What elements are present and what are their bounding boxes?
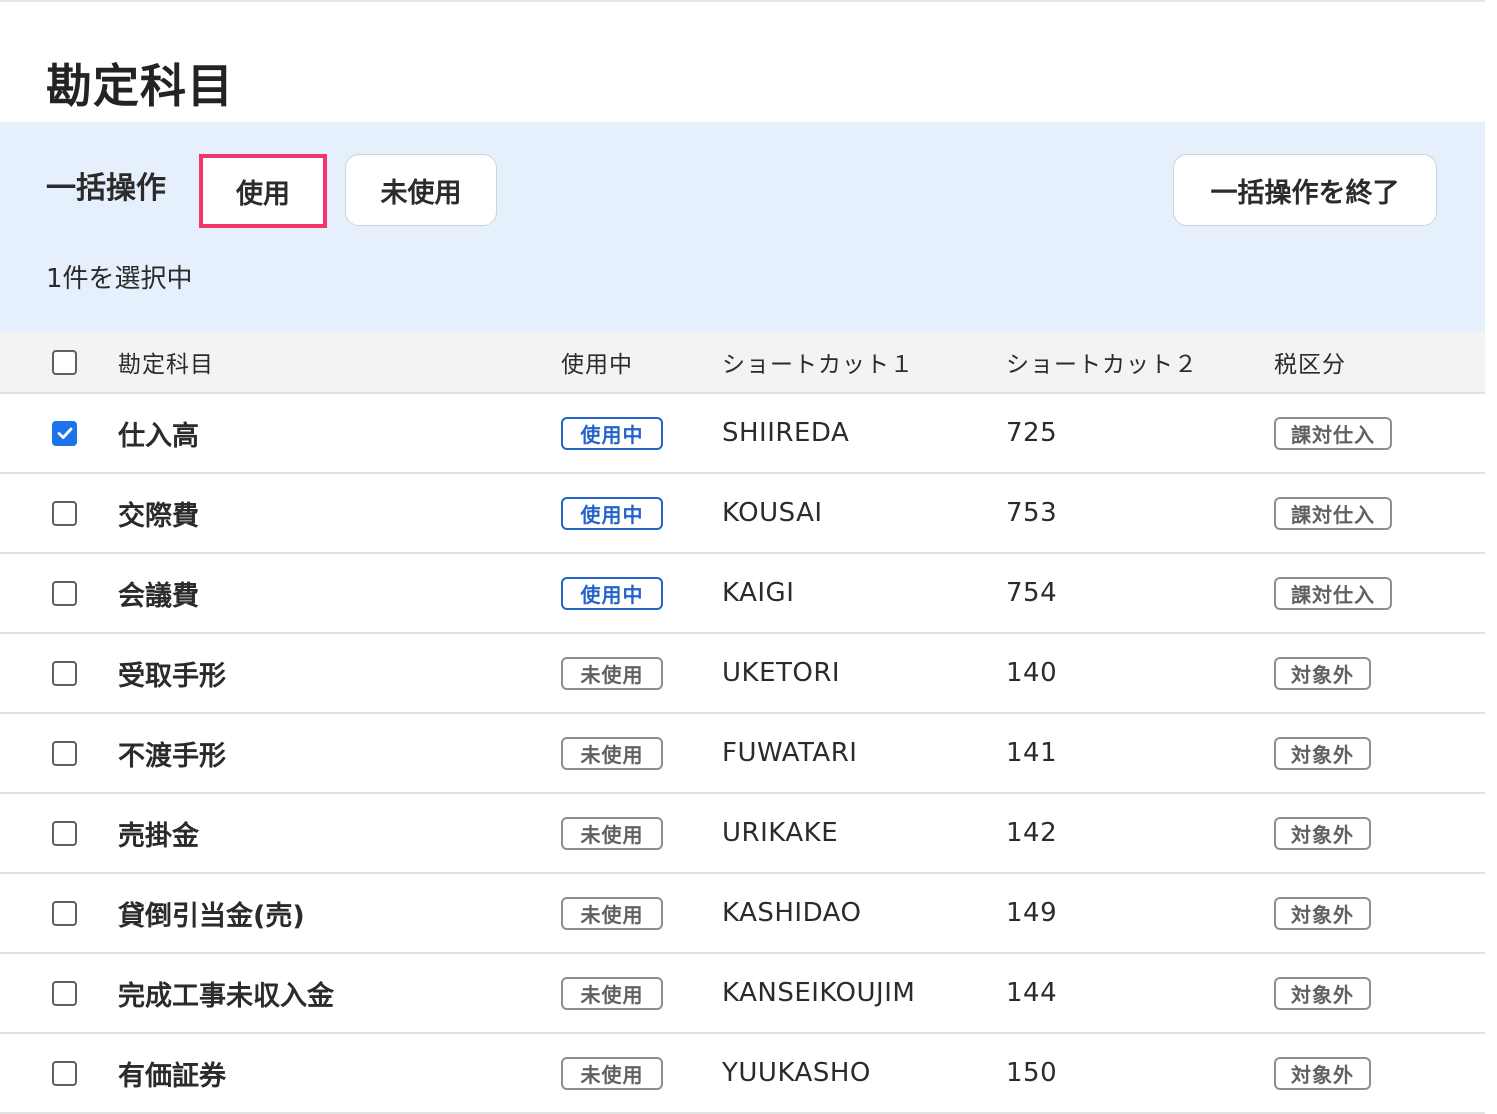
header-account-name[interactable]: 勘定科目 — [118, 345, 214, 379]
table-row[interactable]: 有価証券 未使用 YUUKASHO 150 対象外 — [0, 1034, 1485, 1114]
tax-category-badge: 対象外 — [1274, 896, 1371, 930]
status-badge: 未使用 — [561, 1056, 663, 1090]
tax-category-badge: 対象外 — [1274, 816, 1371, 850]
row-checkbox[interactable] — [52, 740, 77, 766]
bulk-use-button[interactable]: 使用 — [199, 154, 327, 228]
shortcut1-value: KOUSAI — [722, 498, 823, 528]
tax-category-badge: 対象外 — [1274, 1056, 1371, 1090]
status-badge: 未使用 — [561, 976, 663, 1010]
shortcut2-value: 754 — [1006, 578, 1058, 608]
header-shortcut1[interactable]: ショートカット１ — [722, 345, 914, 379]
shortcut1-value: FUWATARI — [722, 738, 858, 768]
header-in-use[interactable]: 使用中 — [561, 345, 633, 379]
shortcut2-value: 140 — [1006, 658, 1058, 688]
check-icon — [57, 427, 72, 439]
bulk-operation-panel: 一括操作 使用 未使用 一括操作を終了 1件を選択中 — [0, 122, 1485, 332]
shortcut2-value: 144 — [1006, 978, 1058, 1008]
table-row[interactable]: 受取手形 未使用 UKETORI 140 対象外 — [0, 634, 1485, 714]
account-name[interactable]: 不渡手形 — [118, 734, 226, 773]
table-row[interactable]: 仕入高 使用中 SHIIREDA 725 課対仕入 — [0, 394, 1485, 474]
shortcut2-value: 141 — [1006, 738, 1058, 768]
table-row[interactable]: 貸倒引当金(売) 未使用 KASHIDAO 149 対象外 — [0, 874, 1485, 954]
row-checkbox[interactable] — [52, 420, 77, 446]
shortcut1-value: KANSEIKOUJIM — [722, 978, 916, 1008]
account-name[interactable]: 交際費 — [118, 494, 199, 533]
shortcut1-value: KASHIDAO — [722, 898, 862, 928]
shortcut1-value: UKETORI — [722, 658, 841, 688]
selected-count-text: 1件を選択中 — [46, 264, 193, 294]
header-shortcut2[interactable]: ショートカット２ — [1006, 345, 1198, 379]
shortcut2-value: 150 — [1006, 1058, 1058, 1088]
status-badge: 未使用 — [561, 816, 663, 850]
status-badge: 未使用 — [561, 896, 663, 930]
account-name[interactable]: 仕入高 — [118, 414, 199, 453]
shortcut1-value: URIKAKE — [722, 818, 839, 848]
status-badge: 未使用 — [561, 656, 663, 690]
shortcut2-value: 149 — [1006, 898, 1058, 928]
row-checkbox[interactable] — [52, 500, 77, 526]
table-row[interactable]: 交際費 使用中 KOUSAI 753 課対仕入 — [0, 474, 1485, 554]
select-all-checkbox[interactable] — [52, 349, 77, 375]
table-row[interactable]: 完成工事未収入金 未使用 KANSEIKOUJIM 144 対象外 — [0, 954, 1485, 1034]
shortcut1-value: YUUKASHO — [722, 1058, 871, 1088]
table-row[interactable]: 会議費 使用中 KAIGI 754 課対仕入 — [0, 554, 1485, 634]
row-checkbox[interactable] — [52, 580, 77, 606]
row-checkbox[interactable] — [52, 660, 77, 686]
tax-category-badge: 対象外 — [1274, 976, 1371, 1010]
table-body: 仕入高 使用中 SHIIREDA 725 課対仕入 交際費 使用中 KOUSAI… — [0, 394, 1485, 1114]
shortcut1-value: KAIGI — [722, 578, 795, 608]
top-divider — [0, 0, 1485, 2]
tax-category-badge: 課対仕入 — [1274, 496, 1392, 530]
row-checkbox[interactable] — [52, 1060, 77, 1086]
row-checkbox[interactable] — [52, 820, 77, 846]
tax-category-badge: 課対仕入 — [1274, 416, 1392, 450]
account-name[interactable]: 有価証券 — [118, 1054, 226, 1093]
row-checkbox[interactable] — [52, 900, 77, 926]
table-header: 勘定科目 使用中 ショートカット１ ショートカット２ 税区分 — [0, 332, 1485, 394]
status-badge: 使用中 — [561, 576, 663, 610]
page-title: 勘定科目 — [46, 59, 234, 113]
account-name[interactable]: 売掛金 — [118, 814, 199, 853]
status-badge: 使用中 — [561, 416, 663, 450]
end-bulk-operation-button[interactable]: 一括操作を終了 — [1173, 154, 1437, 226]
bulk-operation-label: 一括操作 — [46, 171, 166, 206]
tax-category-badge: 課対仕入 — [1274, 576, 1392, 610]
account-name[interactable]: 会議費 — [118, 574, 199, 613]
shortcut2-value: 725 — [1006, 418, 1058, 448]
table-row[interactable]: 売掛金 未使用 URIKAKE 142 対象外 — [0, 794, 1485, 874]
status-badge: 使用中 — [561, 496, 663, 530]
shortcut2-value: 753 — [1006, 498, 1058, 528]
table-row[interactable]: 不渡手形 未使用 FUWATARI 141 対象外 — [0, 714, 1485, 794]
account-name[interactable]: 完成工事未収入金 — [118, 974, 334, 1013]
accounts-table: 勘定科目 使用中 ショートカット１ ショートカット２ 税区分 仕入高 使用中 S… — [0, 332, 1485, 1114]
tax-category-badge: 対象外 — [1274, 736, 1371, 770]
row-checkbox[interactable] — [52, 980, 77, 1006]
bulk-unused-button[interactable]: 未使用 — [345, 154, 497, 226]
status-badge: 未使用 — [561, 736, 663, 770]
header-tax-category[interactable]: 税区分 — [1274, 345, 1346, 379]
shortcut1-value: SHIIREDA — [722, 418, 850, 448]
account-name[interactable]: 受取手形 — [118, 654, 226, 693]
shortcut2-value: 142 — [1006, 818, 1058, 848]
account-name[interactable]: 貸倒引当金(売) — [118, 894, 305, 933]
tax-category-badge: 対象外 — [1274, 656, 1371, 690]
